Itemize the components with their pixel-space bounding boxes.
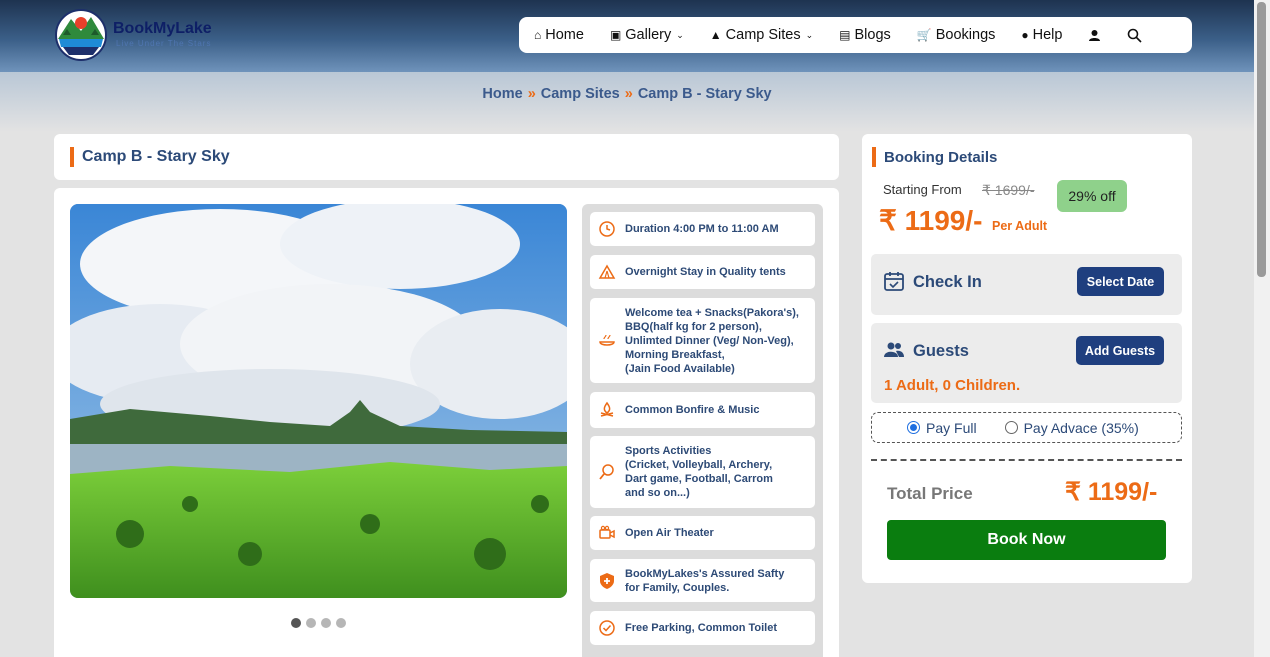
camera-icon xyxy=(599,525,615,539)
radio-selected[interactable] xyxy=(907,421,920,434)
chevron-double-right-icon: » xyxy=(527,86,536,102)
user-button[interactable] xyxy=(1088,29,1101,42)
chevron-down-icon: ⌄ xyxy=(676,29,684,40)
camp-photo[interactable] xyxy=(70,204,567,598)
discount-badge: 29% off xyxy=(1057,180,1127,212)
bonfire-icon xyxy=(600,401,614,417)
accent-bar xyxy=(872,147,876,167)
nav-blogs[interactable]: ▤ Blogs xyxy=(839,27,891,43)
carousel-dots xyxy=(291,618,351,628)
nav-camp-sites[interactable]: ▲ Camp Sites ⌄ xyxy=(710,27,813,43)
nav-label: Camp Sites xyxy=(725,27,801,43)
amenity-text: Sports Activities (Cricket, Volleyball, … xyxy=(625,445,773,499)
carousel-dot[interactable] xyxy=(291,618,301,628)
amenity-item: Free Parking, Common Toilet xyxy=(590,611,815,645)
pay-full-option[interactable]: Pay Full xyxy=(907,420,977,436)
search-icon xyxy=(1128,28,1143,43)
carousel-dot[interactable] xyxy=(321,618,331,628)
breadcrumb-home[interactable]: Home xyxy=(482,86,522,102)
amenity-text: Open Air Theater xyxy=(625,527,714,539)
nav-home[interactable]: ⌂ Home xyxy=(534,27,584,43)
carousel-dot[interactable] xyxy=(306,618,316,628)
accent-bar xyxy=(70,147,74,167)
camp-title-card: Camp B - Stary Sky xyxy=(54,134,839,180)
amenity-text: Common Bonfire & Music xyxy=(625,404,760,416)
amenities-list: Duration 4:00 PM to 11:00 AM Overnight S… xyxy=(582,204,823,657)
shield-icon xyxy=(600,572,614,589)
pay-full-label: Pay Full xyxy=(926,419,977,436)
amenity-item: Common Bonfire & Music xyxy=(590,392,815,428)
camp-details-card: Duration 4:00 PM to 11:00 AM Overnight S… xyxy=(54,188,839,657)
amenity-item: Open Air Theater xyxy=(590,516,815,550)
amenity-item: BookMyLakes's Assured Safty for Family, … xyxy=(590,559,815,602)
breadcrumb-camp-sites[interactable]: Camp Sites xyxy=(541,86,620,102)
tent-icon: ▲ xyxy=(709,28,722,42)
amenity-text: BookMyLakes's Assured Safty for Family, … xyxy=(625,567,785,594)
starting-from-label: Starting From xyxy=(883,182,962,197)
pay-advance-label: Pay Advace (35%) xyxy=(1023,419,1139,436)
nav-label: Gallery xyxy=(625,27,672,43)
chevron-double-right-icon: » xyxy=(624,86,633,102)
amenity-item: Welcome tea + Snacks(Pakora's), BBQ(half… xyxy=(590,298,815,383)
nav-help[interactable]: ● Help xyxy=(1021,27,1062,43)
price-unit: Per Adult xyxy=(992,219,1048,233)
add-guests-button[interactable]: Add Guests xyxy=(1076,336,1164,365)
divider xyxy=(871,459,1182,461)
amenity-text: Welcome tea + Snacks(Pakora's), BBQ(half… xyxy=(625,306,799,375)
price: ₹ 1199/- xyxy=(879,205,983,236)
nav-bookings[interactable]: 🛒 Bookings xyxy=(917,27,996,43)
page-title: Camp B - Stary Sky xyxy=(82,148,230,165)
scrollbar-thumb[interactable] xyxy=(1257,2,1266,277)
chevron-down-icon: ⌄ xyxy=(805,29,814,40)
nav-label: Bookings xyxy=(935,27,996,43)
sports-icon xyxy=(599,464,614,480)
brand-logo[interactable] xyxy=(55,9,107,61)
clock-icon xyxy=(599,221,615,237)
amenity-item: Sports Activities (Cricket, Volleyball, … xyxy=(590,436,815,508)
check-in-label: Check In xyxy=(913,273,982,291)
users-icon xyxy=(884,342,904,357)
total-price-value: ₹ 1199/- xyxy=(1065,478,1158,506)
carousel-dot[interactable] xyxy=(336,618,346,628)
total-price-label: Total Price xyxy=(887,484,973,503)
amenity-text: Overnight Stay in Quality tents xyxy=(625,266,786,278)
payment-option-group: Pay Full Pay Advace (35%) xyxy=(871,412,1182,443)
breadcrumb: Home» Camp Sites» Camp B - Stary Sky xyxy=(0,86,1254,102)
main-nav: ⌂ Home ▣ Gallery ⌄ ▲ Camp Sites ⌄ ▤ Blog… xyxy=(519,17,1192,53)
amenity-text: Duration 4:00 PM to 11:00 AM xyxy=(625,223,779,235)
nav-label: Blogs xyxy=(854,27,891,43)
cart-icon: 🛒 xyxy=(916,28,932,42)
brand-tagline: Live Under The Stars xyxy=(116,39,212,48)
tent-icon xyxy=(598,264,616,279)
guests-value: 1 Adult, 0 Children. xyxy=(884,377,1021,394)
book-now-button[interactable]: Book Now xyxy=(887,520,1166,560)
breadcrumb-current: Camp B - Stary Sky xyxy=(637,86,772,102)
help-icon: ● xyxy=(1021,28,1029,42)
check-in-box: Check In Select Date xyxy=(871,254,1182,315)
amenity-item: Duration 4:00 PM to 11:00 AM xyxy=(590,212,815,246)
select-date-button[interactable]: Select Date xyxy=(1077,267,1164,296)
amenity-item: Overnight Stay in Quality tents xyxy=(590,255,815,289)
user-icon xyxy=(1089,29,1101,41)
booking-card: Booking Details Starting From ₹ 1699/- 2… xyxy=(862,134,1192,583)
gallery-icon: ▣ xyxy=(609,28,622,42)
amenity-text: Free Parking, Common Toilet xyxy=(625,622,777,634)
guests-box: Guests Add Guests 1 Adult, 0 Children. xyxy=(871,323,1182,403)
nav-gallery[interactable]: ▣ Gallery ⌄ xyxy=(610,27,684,43)
pay-advance-option[interactable]: Pay Advace (35%) xyxy=(1004,419,1139,436)
guests-label: Guests xyxy=(913,342,969,360)
nav-label: Home xyxy=(545,27,584,43)
blog-icon: ▤ xyxy=(839,28,851,42)
calendar-icon xyxy=(884,272,904,291)
original-price: ₹ 1699/- xyxy=(982,182,1035,198)
booking-title: Booking Details xyxy=(884,149,998,166)
food-icon xyxy=(599,334,615,346)
home-icon: ⌂ xyxy=(534,28,542,42)
nav-label: Help xyxy=(1032,27,1063,43)
check-circle-icon xyxy=(599,620,615,636)
radio-unselected[interactable] xyxy=(1004,421,1018,434)
brand-name[interactable]: BookMyLake xyxy=(113,20,212,38)
header-fade xyxy=(0,72,1254,132)
search-button[interactable] xyxy=(1127,28,1143,43)
